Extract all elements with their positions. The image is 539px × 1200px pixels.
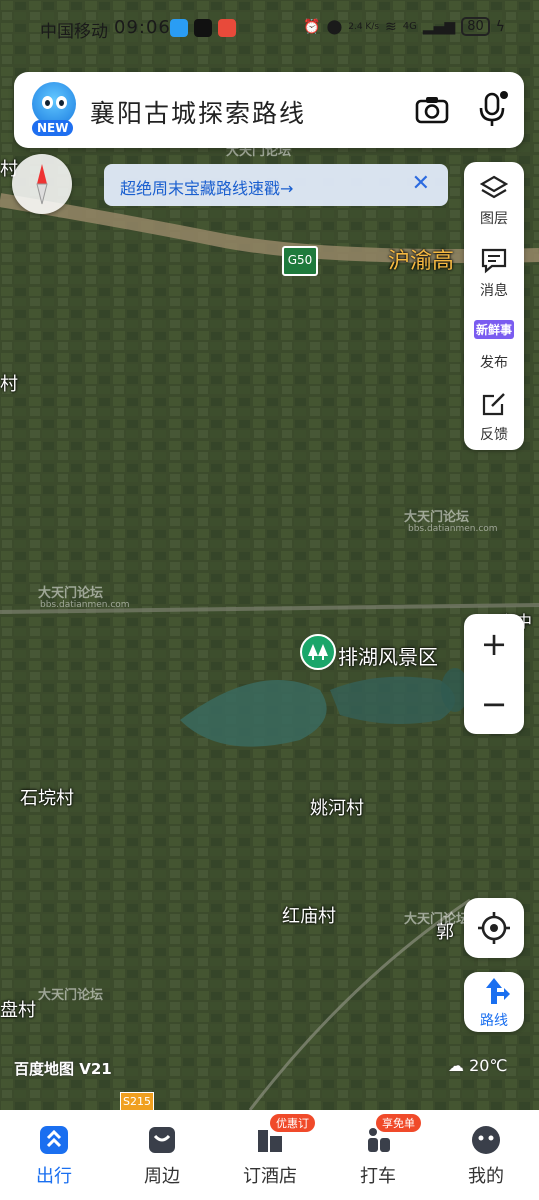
tab-taxi[interactable]: 享免单 打车 [328,1110,428,1200]
hotel-promo-badge: 优惠订 [270,1114,315,1132]
tab-profile-label: 我的 [468,1166,504,1187]
location-icon: ⬤ [326,18,343,35]
watermark: 大天门论坛 [404,912,470,927]
close-icon[interactable]: ✕ [412,171,430,196]
carrier-name: 中国移动 [40,22,108,42]
temperature: 20℃ [469,1056,508,1075]
feedback-button[interactable]: 反馈 [464,380,524,450]
zoom-control: + − [464,614,524,734]
zoom-out-button[interactable]: − [464,674,524,734]
message-icon [481,248,507,274]
promo-banner-text[interactable]: 超绝周末宝藏路线速戳→ [120,175,293,199]
fresh-news-icon: 新鲜事 [474,320,515,339]
microphone-icon[interactable] [474,90,510,128]
status-bar: 中国移动 09:06 ⏰ ⬤ 2.4 K/s ≋ 4G ▂▄▆ 80 ϟ [0,0,539,58]
route-arrow-icon [486,978,510,1004]
profile-icon [472,1126,500,1154]
feedback-label: 反馈 [480,427,508,443]
weather-widget[interactable]: ☁ 20℃ [448,1056,507,1075]
place-label: 姚河村 [310,798,364,819]
crosshair-icon [478,912,510,944]
travel-icon [40,1126,68,1154]
promo-banner[interactable]: 超绝周末宝藏路线速戳→ ✕ [104,164,448,206]
place-label: 盘村 [0,1000,36,1021]
watermark-url: bbs.datianmen.com [40,600,130,610]
scenic-spot-label[interactable]: 排湖风景区 [338,641,438,670]
baidu-map-logo: 百度地图 V21 [14,1060,112,1078]
camera-icon[interactable] [414,92,450,128]
publish-label: 发布 [480,355,508,371]
layers-button[interactable]: 图层 [464,164,524,234]
tab-taxi-label: 打车 [360,1166,396,1187]
messages-label: 消息 [480,283,508,299]
wifi-icon: ≋ [385,18,397,35]
watermark: 大天门论坛 [404,510,470,525]
tab-profile[interactable]: 我的 [436,1110,536,1200]
cloud-icon: ☁ [448,1056,464,1075]
place-label: 石垸村 [20,788,74,809]
nearby-icon [149,1127,175,1153]
search-bar[interactable]: NEW 襄阳古城探索路线 [14,72,524,148]
new-badge: NEW [32,120,74,136]
mascot-eye [56,96,67,109]
tab-travel[interactable]: 出行 [4,1110,104,1200]
net-speed: 2.4 K/s [348,21,380,32]
layers-label: 图层 [480,211,508,227]
bottom-tab-bar: 出行 周边 优惠订 订酒店 享免单 打车 我的 [0,1110,539,1200]
publish-button[interactable]: 新鲜事 发布 [464,308,524,378]
chat-notification-icon [170,19,188,37]
layers-icon [480,175,508,199]
route-button[interactable]: 路线 [464,972,524,1032]
tab-nearby[interactable]: 周边 [112,1110,212,1200]
network-type: 4G [402,21,417,32]
locate-me-button[interactable] [464,898,524,958]
side-toolbar: 图层 消息 新鲜事 发布 反馈 [464,162,524,450]
g50-road-shield: G50 [282,246,318,276]
zoom-in-button[interactable]: + [464,614,524,674]
place-label: 红庙村 [282,906,336,927]
place-label: 村 [0,374,18,395]
signal-icon: ▂▄▆ [422,18,456,35]
watermark: 大天门论坛 [38,988,104,1003]
scenic-spot-pin-icon[interactable] [300,634,336,670]
highway-label: 沪渝高 [388,249,455,274]
charging-icon: ϟ [495,18,505,35]
watermark: 大天门论坛 [38,586,104,601]
tab-nearby-label: 周边 [144,1166,180,1187]
qq-notification-icon [194,19,212,37]
taxi-promo-badge: 享免单 [376,1114,421,1132]
tab-hotel[interactable]: 优惠订 订酒店 [220,1110,320,1200]
compass-needle-icon [36,164,48,205]
alarm-icon: ⏰ [303,18,321,35]
tab-travel-label: 出行 [36,1166,72,1187]
mascot-eye [42,96,53,109]
s215-road-shield: S215 [120,1092,154,1110]
tab-hotel-label: 订酒店 [243,1166,297,1187]
clock: 09:06 [114,17,171,38]
battery-indicator: 80 [461,17,490,36]
music-notification-icon [218,19,236,37]
compass-button[interactable] [12,154,72,214]
route-label: 路线 [480,1013,508,1029]
status-icons: ⏰ ⬤ 2.4 K/s ≋ 4G ▂▄▆ 80 ϟ [303,17,505,36]
feedback-icon [482,393,505,416]
search-query[interactable]: 襄阳古城探索路线 [90,94,306,130]
watermark-url: bbs.datianmen.com [408,524,498,534]
messages-button[interactable]: 消息 [464,236,524,306]
